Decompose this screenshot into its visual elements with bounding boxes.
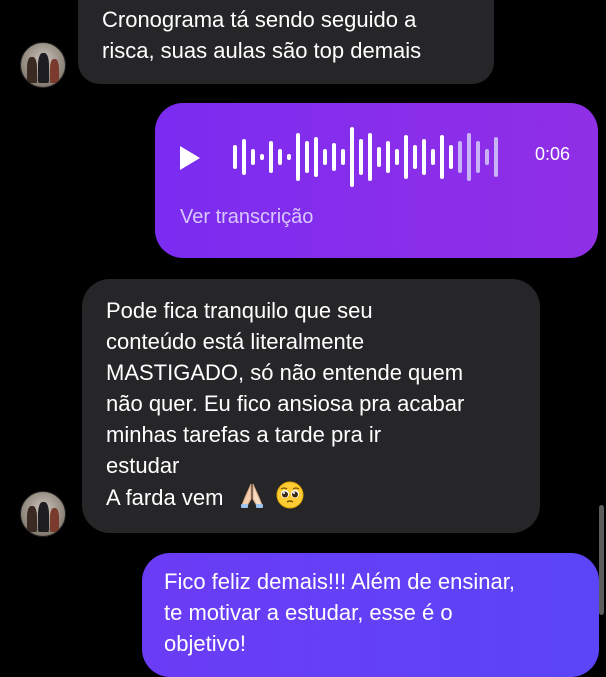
received-message-bubble[interactable]: Pode fica tranquilo que seu conteúdo est… xyxy=(82,279,540,533)
play-icon[interactable] xyxy=(180,146,200,170)
message-text-end: A farda vem xyxy=(106,484,224,510)
message-last-line: A farda vem xyxy=(106,481,516,517)
received-message-bubble[interactable]: Cronograma tá sendo seguido a risca, sua… xyxy=(78,0,494,84)
avatar[interactable] xyxy=(20,491,66,537)
sent-message-bubble[interactable]: Fico feliz demais!!! Além de ensinar, te… xyxy=(142,553,599,677)
scrollbar[interactable] xyxy=(599,505,604,615)
sent-audio-message[interactable]: 0:06 Ver transcrição xyxy=(155,103,598,258)
message-text: Fico feliz demais!!! Além de ensinar, te… xyxy=(164,569,515,656)
pleading-face-icon xyxy=(276,481,304,517)
folded-hands-icon xyxy=(238,481,266,517)
message-text: Cronograma tá sendo seguido a risca, sua… xyxy=(102,7,422,63)
avatar[interactable] xyxy=(20,42,66,88)
audio-waveform[interactable] xyxy=(231,121,511,193)
audio-duration: 0:06 xyxy=(535,144,571,164)
chat-thread: Cronograma tá sendo seguido a risca, sua… xyxy=(0,0,606,677)
message-text: Pode fica tranquilo que seu conteúdo est… xyxy=(106,298,465,478)
view-transcription-link[interactable]: Ver transcrição xyxy=(180,206,313,229)
